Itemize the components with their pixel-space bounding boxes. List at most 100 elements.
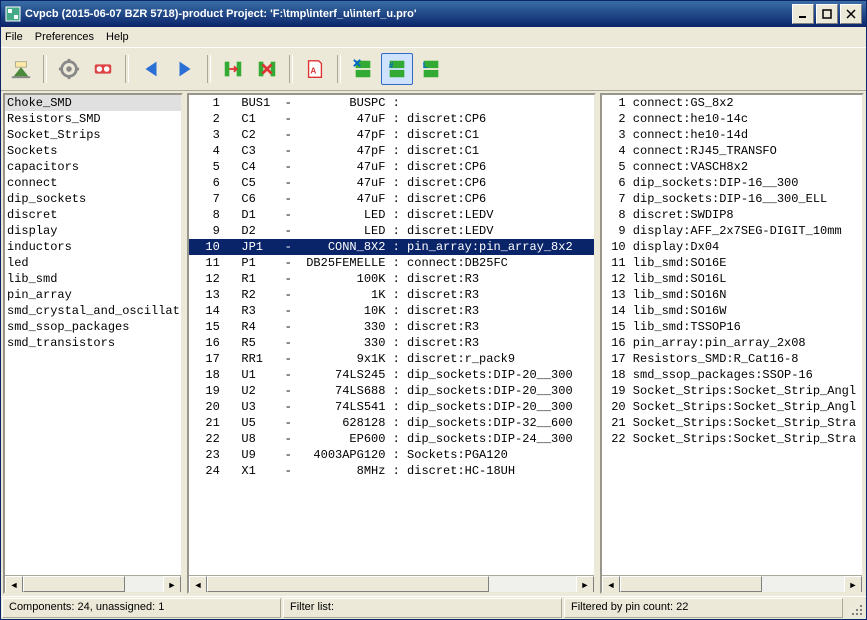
library-list[interactable]: Choke_SMDResistors_SMDSocket_StripsSocke… bbox=[5, 95, 181, 575]
library-row[interactable]: capacitors bbox=[5, 159, 181, 175]
menu-file[interactable]: File bbox=[5, 31, 23, 43]
library-row[interactable]: smd_ssop_packages bbox=[5, 319, 181, 335]
footprint-row[interactable]: 18 smd_ssop_packages:SSOP-16 bbox=[602, 367, 862, 383]
footprint-row[interactable]: 20 Socket_Strips:Socket_Strip_Angl bbox=[602, 399, 862, 415]
delete-associations-button[interactable] bbox=[251, 53, 283, 85]
filter-library-button[interactable]: L bbox=[415, 53, 447, 85]
component-row[interactable]: 10 JP1 - CONN_8X2 : pin_array:pin_array_… bbox=[189, 239, 594, 255]
library-row[interactable]: Choke_SMD bbox=[5, 95, 181, 111]
library-row[interactable]: connect bbox=[5, 175, 181, 191]
hscrollbar[interactable]: ◄ ► bbox=[602, 575, 862, 592]
scroll-right-icon[interactable]: ► bbox=[163, 576, 181, 594]
menu-preferences[interactable]: Preferences bbox=[35, 31, 94, 43]
library-row[interactable]: smd_crystal_and_oscillat bbox=[5, 303, 181, 319]
component-row[interactable]: 5 C4 - 47uF : discret:CP6 bbox=[189, 159, 594, 175]
component-row[interactable]: 2 C1 - 47uF : discret:CP6 bbox=[189, 111, 594, 127]
separator-icon bbox=[43, 55, 47, 83]
library-row[interactable]: Sockets bbox=[5, 143, 181, 159]
library-row[interactable]: display bbox=[5, 223, 181, 239]
save-button[interactable] bbox=[5, 53, 37, 85]
component-row[interactable]: 14 R3 - 10K : discret:R3 bbox=[189, 303, 594, 319]
component-row[interactable]: 20 U3 - 74LS541 : dip_sockets:DIP-20__30… bbox=[189, 399, 594, 415]
scroll-left-icon[interactable]: ◄ bbox=[189, 576, 207, 594]
resize-grip-icon[interactable] bbox=[844, 597, 866, 619]
svg-text:#: # bbox=[389, 61, 394, 70]
component-row[interactable]: 24 X1 - 8MHz : discret:HC-18UH bbox=[189, 463, 594, 479]
component-row[interactable]: 7 C6 - 47uF : discret:CP6 bbox=[189, 191, 594, 207]
scroll-right-icon[interactable]: ► bbox=[844, 576, 862, 594]
component-row[interactable]: 13 R2 - 1K : discret:R3 bbox=[189, 287, 594, 303]
footprint-row[interactable]: 13 lib_smd:SO16N bbox=[602, 287, 862, 303]
filter-keywords-button[interactable] bbox=[347, 53, 379, 85]
footprint-row[interactable]: 8 discret:SWDIP8 bbox=[602, 207, 862, 223]
footprint-row[interactable]: 3 connect:he10-14d bbox=[602, 127, 862, 143]
filter-pincount-button[interactable]: # bbox=[381, 53, 413, 85]
component-row[interactable]: 12 R1 - 100K : discret:R3 bbox=[189, 271, 594, 287]
component-row[interactable]: 18 U1 - 74LS245 : dip_sockets:DIP-20__30… bbox=[189, 367, 594, 383]
menu-help[interactable]: Help bbox=[106, 31, 129, 43]
component-list-pane: 1 BUS1 - BUSPC : 2 C1 - 47uF : discret:C… bbox=[187, 93, 596, 594]
footprint-row[interactable]: 17 Resistors_SMD:R_Cat16-8 bbox=[602, 351, 862, 367]
minimize-button[interactable] bbox=[792, 4, 814, 24]
footprint-row[interactable]: 4 connect:RJ45_TRANSFO bbox=[602, 143, 862, 159]
separator-icon bbox=[337, 55, 341, 83]
footprint-row[interactable]: 1 connect:GS_8x2 bbox=[602, 95, 862, 111]
scroll-track[interactable] bbox=[207, 576, 576, 592]
component-row[interactable]: 6 C5 - 47uF : discret:CP6 bbox=[189, 175, 594, 191]
scroll-left-icon[interactable]: ◄ bbox=[5, 576, 23, 594]
library-row[interactable]: led bbox=[5, 255, 181, 271]
footprint-row[interactable]: 2 connect:he10-14c bbox=[602, 111, 862, 127]
maximize-button[interactable] bbox=[816, 4, 838, 24]
library-row[interactable]: Socket_Strips bbox=[5, 127, 181, 143]
footprint-row[interactable]: 21 Socket_Strips:Socket_Strip_Stra bbox=[602, 415, 862, 431]
close-button[interactable] bbox=[840, 4, 862, 24]
component-row[interactable]: 19 U2 - 74LS688 : dip_sockets:DIP-20__30… bbox=[189, 383, 594, 399]
footprint-row[interactable]: 22 Socket_Strips:Socket_Strip_Stra bbox=[602, 431, 862, 447]
scroll-left-icon[interactable]: ◄ bbox=[602, 576, 620, 594]
library-row[interactable]: lib_smd bbox=[5, 271, 181, 287]
component-row[interactable]: 22 U8 - EP600 : dip_sockets:DIP-24__300 bbox=[189, 431, 594, 447]
view-footprint-button[interactable] bbox=[87, 53, 119, 85]
footprint-row[interactable]: 19 Socket_Strips:Socket_Strip_Angl bbox=[602, 383, 862, 399]
hscrollbar[interactable]: ◄ ► bbox=[189, 575, 594, 592]
scroll-right-icon[interactable]: ► bbox=[576, 576, 594, 594]
next-button[interactable] bbox=[169, 53, 201, 85]
footprint-row[interactable]: 14 lib_smd:SO16W bbox=[602, 303, 862, 319]
component-row[interactable]: 3 C2 - 47pF : discret:C1 bbox=[189, 127, 594, 143]
library-row[interactable]: smd_transistors bbox=[5, 335, 181, 351]
component-row[interactable]: 9 D2 - LED : discret:LEDV bbox=[189, 223, 594, 239]
footprint-row[interactable]: 12 lib_smd:SO16L bbox=[602, 271, 862, 287]
component-row[interactable]: 4 C3 - 47pF : discret:C1 bbox=[189, 143, 594, 159]
footprint-row[interactable]: 11 lib_smd:SO16E bbox=[602, 255, 862, 271]
library-row[interactable]: dip_sockets bbox=[5, 191, 181, 207]
library-row[interactable]: discret bbox=[5, 207, 181, 223]
footprint-row[interactable]: 16 pin_array:pin_array_2x08 bbox=[602, 335, 862, 351]
component-list[interactable]: 1 BUS1 - BUSPC : 2 C1 - 47uF : discret:C… bbox=[189, 95, 594, 575]
settings-button[interactable] bbox=[53, 53, 85, 85]
scroll-track[interactable] bbox=[23, 576, 163, 592]
footprint-row[interactable]: 5 connect:VASCH8x2 bbox=[602, 159, 862, 175]
status-filter: Filter list: bbox=[283, 598, 562, 618]
documentation-button[interactable]: A bbox=[299, 53, 331, 85]
auto-associate-button[interactable] bbox=[217, 53, 249, 85]
component-row[interactable]: 21 U5 - 628128 : dip_sockets:DIP-32__600 bbox=[189, 415, 594, 431]
footprint-row[interactable]: 10 display:Dx04 bbox=[602, 239, 862, 255]
hscrollbar[interactable]: ◄ ► bbox=[5, 575, 181, 592]
component-row[interactable]: 23 U9 - 4003APG120 : Sockets:PGA120 bbox=[189, 447, 594, 463]
library-row[interactable]: inductors bbox=[5, 239, 181, 255]
prev-button[interactable] bbox=[135, 53, 167, 85]
footprint-row[interactable]: 6 dip_sockets:DIP-16__300 bbox=[602, 175, 862, 191]
footprint-row[interactable]: 9 display:AFF_2x7SEG-DIGIT_10mm bbox=[602, 223, 862, 239]
library-row[interactable]: Resistors_SMD bbox=[5, 111, 181, 127]
component-row[interactable]: 15 R4 - 330 : discret:R3 bbox=[189, 319, 594, 335]
footprint-row[interactable]: 7 dip_sockets:DIP-16__300_ELL bbox=[602, 191, 862, 207]
footprint-list[interactable]: 1 connect:GS_8x2 2 connect:he10-14c 3 co… bbox=[602, 95, 862, 575]
footprint-row[interactable]: 15 lib_smd:TSSOP16 bbox=[602, 319, 862, 335]
component-row[interactable]: 8 D1 - LED : discret:LEDV bbox=[189, 207, 594, 223]
component-row[interactable]: 17 RR1 - 9x1K : discret:r_pack9 bbox=[189, 351, 594, 367]
component-row[interactable]: 11 P1 - DB25FEMELLE : connect:DB25FC bbox=[189, 255, 594, 271]
library-row[interactable]: pin_array bbox=[5, 287, 181, 303]
component-row[interactable]: 16 R5 - 330 : discret:R3 bbox=[189, 335, 594, 351]
scroll-track[interactable] bbox=[620, 576, 844, 592]
component-row[interactable]: 1 BUS1 - BUSPC : bbox=[189, 95, 594, 111]
